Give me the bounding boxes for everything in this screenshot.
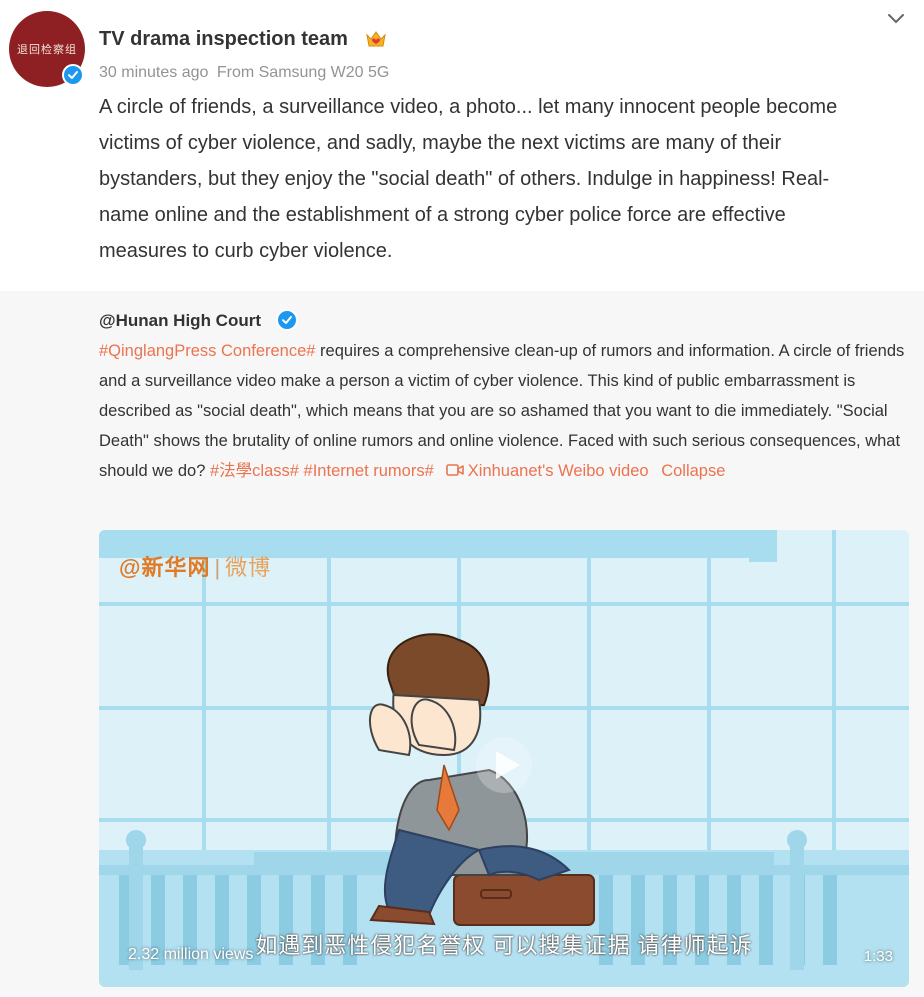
logo-weibo: 微博 — [225, 555, 272, 580]
video-source-link[interactable]: Xinhuanet's Weibo video — [468, 462, 649, 480]
collapse-link[interactable]: Collapse — [661, 462, 725, 480]
hashtag-link[interactable]: #法學class# — [210, 462, 299, 480]
video-duration: 1:33 — [863, 948, 893, 965]
video-camera-icon — [445, 464, 464, 476]
original-author[interactable]: @Hunan High Court — [99, 311, 261, 331]
hashtag-link[interactable]: #QinglangPress Conference# — [99, 342, 315, 360]
original-text-body: requires a comprehensive clean-up of rum… — [99, 342, 905, 480]
hashtag-link[interactable]: #Internet rumors# — [304, 462, 434, 480]
repost-block[interactable]: @Hunan High Court #QinglangPress Confere… — [0, 291, 924, 997]
weibo-post: 退回检察组 TV drama inspection team 30 minute… — [0, 0, 924, 997]
original-text: #QinglangPress Conference# requires a co… — [99, 336, 911, 486]
play-icon[interactable] — [474, 735, 534, 795]
chevron-down-icon[interactable] — [884, 10, 908, 28]
video-player[interactable]: @新华网 | 微博 如遇到恶性侵犯名誉权 可以搜集证据 请律师起诉 2.32 mil… — [99, 530, 909, 987]
avatar-text: 退回检察组 — [17, 43, 77, 56]
logo-separator: | — [214, 555, 222, 580]
verified-badge-icon — [62, 64, 84, 86]
username[interactable]: TV drama inspection team — [99, 28, 348, 51]
post-meta: 30 minutes ago From Samsung W20 5G — [99, 64, 393, 82]
verified-badge-icon — [276, 309, 298, 331]
crown-icon — [366, 31, 386, 47]
logo-xinhua: @新华网 — [119, 555, 211, 580]
post-text: A circle of friends, a surveillance vide… — [99, 96, 838, 262]
video-watermark-logo: @新华网 | 微博 — [119, 550, 271, 582]
post-source: From Samsung W20 5G — [216, 64, 390, 81]
post-time[interactable]: 30 minutes ago — [99, 64, 208, 81]
view-count: 2.32 million views — [128, 946, 254, 963]
